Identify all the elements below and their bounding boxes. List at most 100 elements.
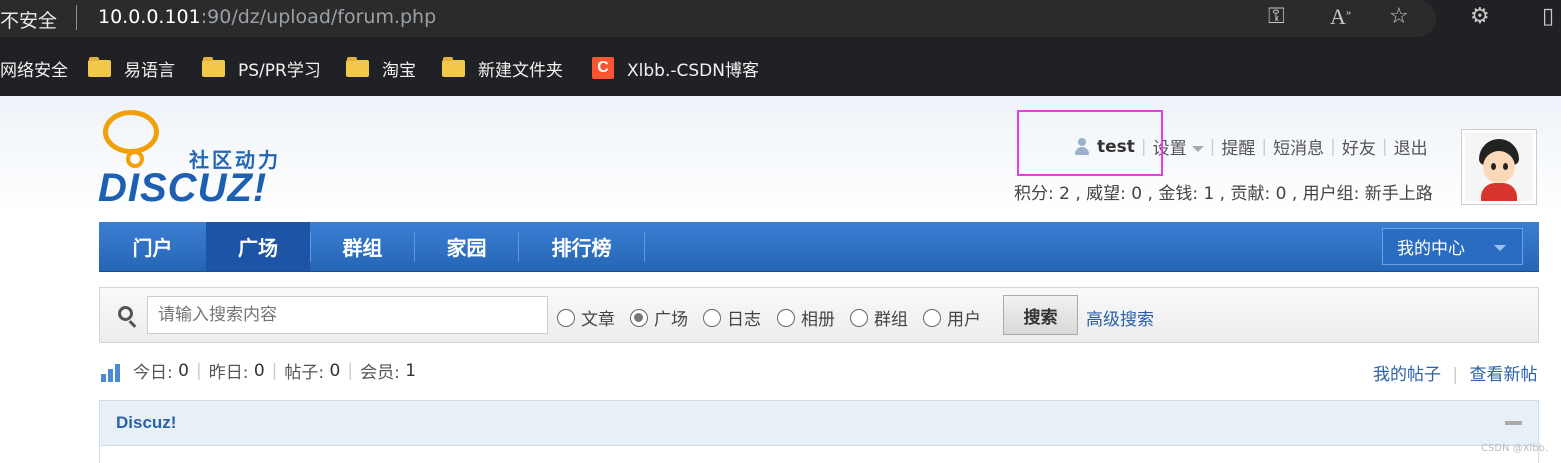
radio-label: 广场 — [654, 310, 688, 330]
bookmark-label: 易语言 — [124, 60, 175, 81]
bookmarks-bar: 网络安全 易语言 PS/PR学习 淘宝 新建文件夹 C Xlbb.-CSDN博客 — [0, 39, 1561, 96]
divider — [76, 5, 77, 30]
radio-button[interactable] — [557, 308, 575, 327]
radio-label: 日志 — [727, 310, 761, 330]
today-count: 0 — [178, 360, 189, 381]
my-posts-link[interactable]: 我的帖子 — [1373, 365, 1441, 385]
members-count: 1 — [405, 360, 417, 381]
avatar[interactable] — [1461, 129, 1537, 205]
posts-count: 0 — [329, 360, 341, 381]
search-type-square[interactable]: 广场 — [630, 305, 688, 330]
bookmark-label: 淘宝 — [382, 60, 416, 81]
separator: | — [347, 360, 354, 381]
separator: | — [271, 360, 278, 381]
bookmark-item[interactable]: 淘宝 — [346, 56, 416, 81]
radio-button[interactable] — [630, 308, 648, 327]
url-text[interactable]: 10.0.0.101:90/dz/upload/forum.php — [98, 6, 436, 28]
radio-label: 相册 — [801, 310, 835, 330]
security-indicator[interactable]: 不安全 — [0, 6, 57, 33]
avatar-image — [1465, 133, 1533, 201]
search-type-article[interactable]: 文章 — [557, 305, 615, 330]
search-icon — [118, 306, 133, 321]
separator: | — [1209, 136, 1216, 157]
nav-item-square[interactable]: 广场 — [206, 222, 310, 271]
search-type-user[interactable]: 用户 — [923, 305, 981, 330]
bookmark-item[interactable]: 新建文件夹 — [442, 56, 563, 81]
bookmark-item[interactable]: 易语言 — [88, 56, 175, 81]
separator: | — [195, 360, 202, 381]
folder-icon — [442, 56, 465, 77]
discuz-logo[interactable]: 社区动力 DISCUZ! — [98, 110, 303, 210]
category-header: Discuz! — [100, 401, 1538, 446]
url-path: :90/dz/upload/forum.php — [200, 6, 437, 28]
radio-button[interactable] — [703, 308, 721, 327]
url-host: 10.0.0.101 — [98, 6, 201, 28]
highlight-box — [1017, 110, 1163, 176]
main-nav: 门户 广场 群组 家园 排行榜 我的中心 — [99, 222, 1539, 272]
nav-item-home[interactable]: 家园 — [415, 222, 518, 271]
radio-button[interactable] — [923, 308, 941, 327]
messages-link[interactable]: 短消息 — [1273, 134, 1324, 159]
bookmark-label: Xlbb.-CSDN博客 — [627, 60, 759, 81]
members-label: 会员: — [360, 363, 400, 383]
radio-label: 用户 — [947, 310, 981, 330]
forum-category: Discuz! — [99, 400, 1539, 463]
logo-bubble-icon — [103, 110, 159, 168]
bookmark-item[interactable]: C Xlbb.-CSDN博客 — [592, 56, 759, 81]
bookmark-item[interactable]: PS/PR学习 — [202, 56, 321, 81]
my-center-dropdown[interactable]: 我的中心 — [1382, 228, 1523, 265]
folder-icon — [346, 56, 369, 77]
category-title[interactable]: Discuz! — [116, 413, 176, 433]
chart-icon — [99, 360, 125, 382]
search-input[interactable] — [147, 296, 548, 334]
today-label: 今日: — [133, 363, 173, 383]
bookmark-label: 网络安全 — [0, 60, 68, 81]
separator: | — [1330, 136, 1336, 157]
folder-icon — [88, 56, 111, 77]
user-stats: 积分: 2 , 威望: 0 , 金钱: 1 , 贡献: 0 , 用户组: 新手上… — [1014, 184, 1433, 204]
nav-item-portal[interactable]: 门户 — [99, 222, 206, 271]
separator: | — [1381, 136, 1388, 157]
radio-button[interactable] — [777, 308, 795, 327]
radio-label: 文章 — [581, 310, 615, 330]
collapse-icon[interactable] — [1505, 421, 1522, 425]
advanced-search-link[interactable]: 高级搜索 — [1086, 305, 1154, 330]
nav-divider — [644, 232, 645, 262]
extensions-icon[interactable]: ⚙ — [1470, 4, 1490, 29]
logo-wordmark: DISCUZ! — [98, 166, 268, 210]
search-bar: 文章 广场 日志 相册 群组 用户 搜索 高级搜索 — [99, 287, 1539, 343]
key-icon[interactable]: ⚿ — [1268, 4, 1285, 29]
address-bar: 不安全 10.0.0.101:90/dz/upload/forum.php ⚿ … — [0, 0, 1561, 39]
new-posts-link[interactable]: 查看新帖 — [1470, 365, 1538, 385]
bookmark-label: 新建文件夹 — [478, 60, 563, 81]
read-aloud-icon[interactable]: A» — [1330, 4, 1351, 30]
chevron-down-icon — [1191, 146, 1204, 152]
my-center-label: 我的中心 — [1397, 239, 1465, 259]
yesterday-count: 0 — [253, 360, 265, 381]
yesterday-label: 昨日: — [208, 363, 249, 383]
favorite-star-icon[interactable]: ☆ — [1389, 4, 1409, 29]
separator: | — [1261, 136, 1268, 157]
my-links: 我的帖子 | 查看新帖 — [1373, 360, 1538, 385]
posts-label: 帖子: — [284, 363, 325, 383]
radio-button[interactable] — [850, 308, 868, 327]
split-view-icon[interactable]: ▯ — [1542, 4, 1554, 29]
search-type-album[interactable]: 相册 — [777, 305, 835, 330]
search-type-group[interactable]: 群组 — [850, 305, 908, 330]
folder-icon — [202, 56, 225, 77]
logout-link[interactable]: 退出 — [1394, 134, 1428, 159]
search-button[interactable]: 搜索 — [1003, 295, 1078, 335]
nav-item-groups[interactable]: 群组 — [311, 222, 414, 271]
forum-page: 社区动力 DISCUZ! test | 设置 | 提醒 | 短消息 | 好友 |… — [0, 96, 1561, 463]
nav-item-ranking[interactable]: 排行榜 — [519, 222, 644, 271]
bookmark-item[interactable]: 网络安全 — [0, 56, 68, 81]
notifications-link[interactable]: 提醒 — [1221, 134, 1255, 159]
search-type-blog[interactable]: 日志 — [703, 305, 761, 330]
radio-label: 群组 — [874, 310, 908, 330]
watermark: CSDN @Xlbb. — [1481, 443, 1549, 454]
bookmark-label: PS/PR学习 — [238, 60, 321, 81]
friends-link[interactable]: 好友 — [1342, 134, 1376, 159]
forum-stats: 今日: 0 | 昨日: 0 | 帖子: 0 | 会员: 1 — [99, 358, 416, 383]
chevron-down-icon — [1494, 245, 1506, 251]
omnibox[interactable]: 不安全 10.0.0.101:90/dz/upload/forum.php ⚿ … — [0, 0, 1436, 37]
